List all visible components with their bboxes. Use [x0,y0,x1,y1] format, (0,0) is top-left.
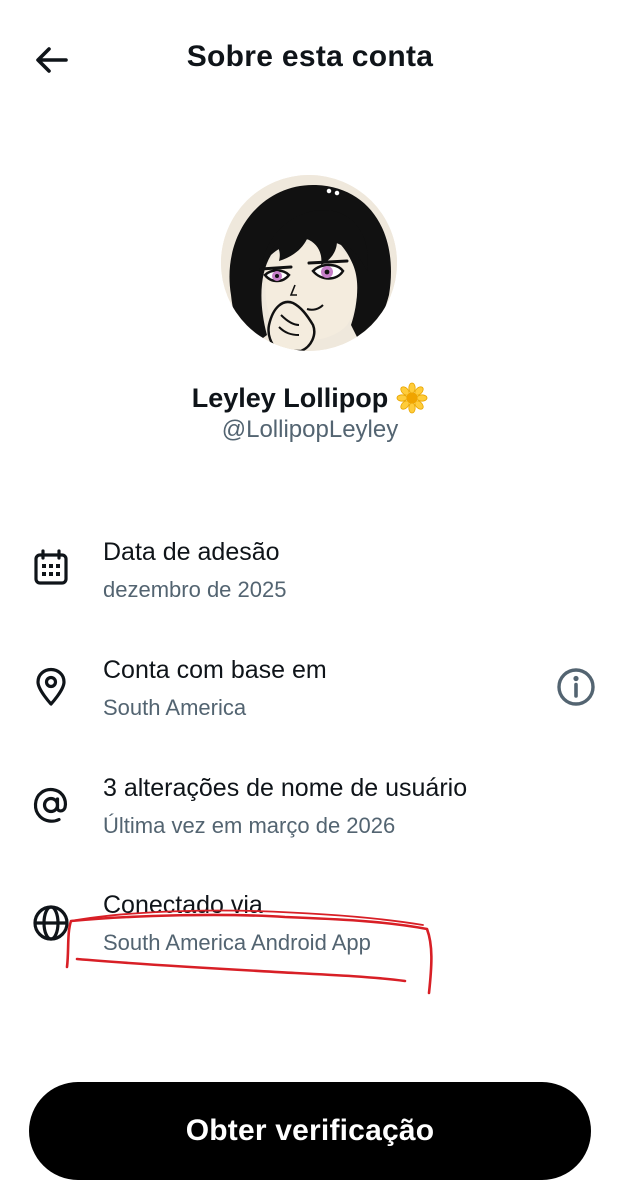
info-row-connected-via: Conectado via South America Android App [0,883,620,983]
info-row-username-changes: 3 alterações de nome de usuário Última v… [0,766,620,866]
user-handle: @LollipopLeyley [221,416,399,443]
info-label: Data de adesão [103,538,280,566]
location-pin-icon [36,667,66,706]
display-name-row: Leyley Lollipop [0,382,620,414]
top-app-bar: Sobre esta conta [0,0,620,120]
info-label: Conta com base em [103,656,327,684]
get-verified-button[interactable]: Obter verificação [29,1082,591,1180]
info-row-join-date: Data de adesão dezembro de 2025 [0,530,620,630]
info-row-based-in: Conta com base em South America [0,648,620,748]
sunflower-icon [396,382,428,414]
get-verified-label: Obter verificação [185,1114,435,1147]
calendar-icon [34,549,68,585]
display-name: Leyley Lollipop [191,382,389,413]
avatar[interactable] [221,175,397,351]
globe-icon [33,905,69,941]
info-label: Conectado via [103,891,263,919]
info-value: South America Android App [103,930,371,955]
info-value: dezembro de 2025 [103,577,287,602]
info-value: South America [103,695,247,720]
at-sign-icon [33,787,68,823]
info-label: 3 alterações de nome de usuário [103,774,468,802]
info-value: Última vez em março de 2026 [103,813,396,838]
page-title: Sobre esta conta [186,40,434,73]
avatar-illustration [221,175,397,351]
info-circle-icon[interactable] [553,664,599,710]
